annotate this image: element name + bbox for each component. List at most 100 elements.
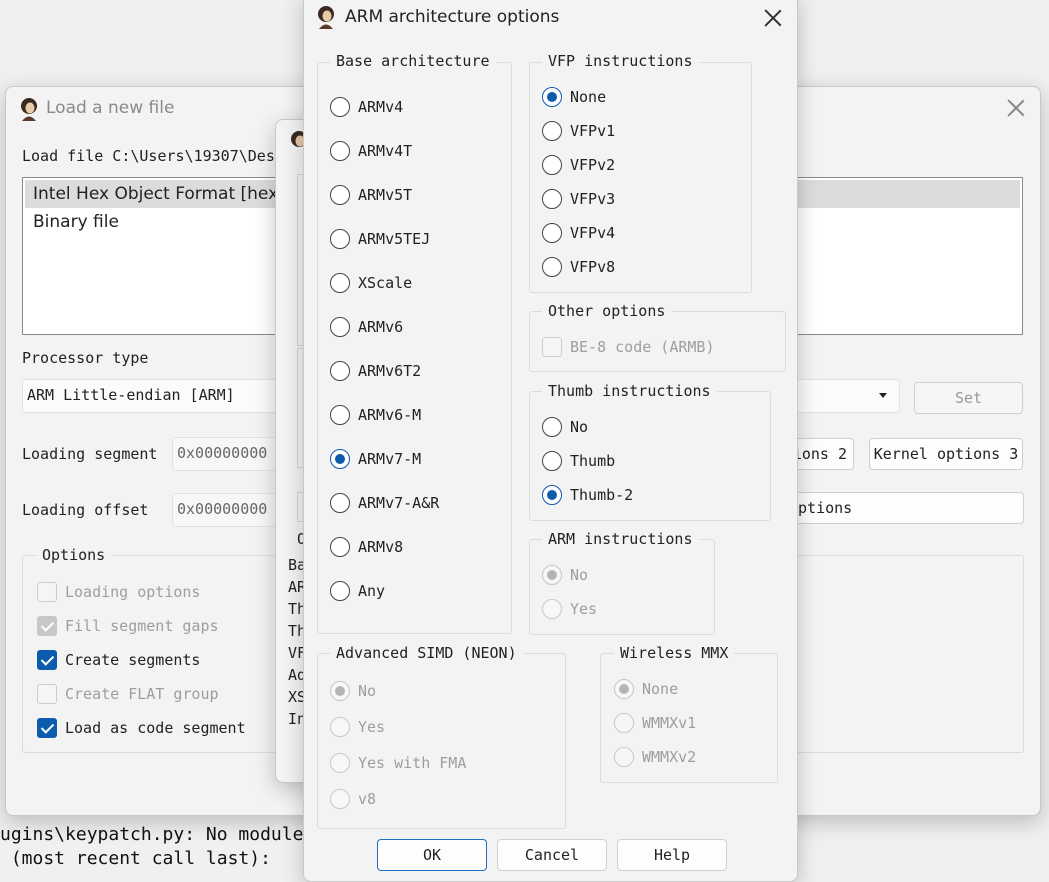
checkbox-box [37,650,57,670]
radio-label: Yes with FMA [358,754,467,772]
loading-segment-label: Loading segment [22,445,158,463]
radio-label: Thumb [570,452,616,470]
radio-label: ARMv8 [358,538,404,556]
radio-button [330,361,350,381]
ida-logo-icon [318,6,334,29]
vfp-group [529,62,752,293]
checkbox-label: Create segments [65,651,201,669]
arm-dialog-close-icon[interactable] [761,6,785,30]
radio-label: VFPv3 [570,190,616,208]
radio-button [330,753,350,773]
radio-label: ARMv4T [358,142,413,160]
console-line-2: (most recent call last): [0,848,271,869]
checkbox-box [37,616,57,636]
radio-button [330,97,350,117]
radio-button [330,581,350,601]
radio-button [542,485,562,505]
options-group-title: Options [36,546,112,564]
radio-label: ARMv6 [358,318,404,336]
processor-options-label: options [789,499,853,517]
radio-button [614,679,634,699]
checkbox-label: Fill segment gaps [65,617,219,635]
radio-label: VFPv1 [570,122,616,140]
processor-options-button[interactable]: options [766,492,1024,524]
radio-button [330,317,350,337]
simd-title: Advanced SIMD (NEON) [330,644,523,662]
radio-label: WMMXv2 [642,748,697,766]
radio-label: XScale [358,274,413,292]
radio-label: v8 [358,790,377,808]
console-line-1: ugins\keypatch.py: No module [0,824,304,845]
radio-button [330,681,350,701]
checkbox-label: Load as code segment [65,719,246,737]
checkbox-box [542,337,562,357]
radio-button [614,747,634,767]
load-file-label: Load file C:\Users\19307\Desk [22,147,284,165]
radio-label: VFPv4 [570,224,616,242]
radio-label: ARMv4 [358,98,404,116]
radio-label: WMMXv1 [642,714,697,732]
radio-label: ARMv7-M [358,450,422,468]
radio-label: Any [358,582,386,600]
vfp-title: VFP instructions [542,52,699,70]
checkbox-label: Create FLAT group [65,685,219,703]
checkbox-label: Loading options [65,583,201,601]
radio-button [542,155,562,175]
kernel-options-3-button[interactable]: Kernel options 3 [869,438,1023,470]
radio-label: No [570,566,589,584]
radio-label: None [642,680,679,698]
radio-button [542,223,562,243]
radio-label: No [570,418,589,436]
radio-button [330,405,350,425]
checkbox-box [37,582,57,602]
simd-group [317,653,566,829]
load-window-close-icon[interactable] [1004,96,1028,120]
other-options-title: Other options [542,302,672,320]
radio-button [330,185,350,205]
radio-button [614,713,634,733]
kernel-options-2-label: ions 2 [792,445,847,463]
loading-segment-input[interactable]: 0x00000000 [172,437,282,471]
loading-offset-input[interactable]: 0x00000000 [172,493,282,527]
cancel-button[interactable]: Cancel [497,839,607,871]
radio-label: ARMv5TEJ [358,230,431,248]
loading-offset-label: Loading offset [22,501,149,519]
radio-button [542,599,562,619]
radio-button [330,789,350,809]
radio-button [330,273,350,293]
radio-label: ARMv7-A&R [358,494,440,512]
dropdown-arrow-icon [879,393,887,398]
radio-button [542,121,562,141]
arm-instr-title: ARM instructions [542,530,699,548]
radio-button [330,141,350,161]
radio-button [542,565,562,585]
radio-label: Yes [570,600,598,618]
arm-options-dialog: ARM architecture options Base architectu… [303,0,798,882]
radio-button [330,449,350,469]
arm-dialog-title: ARM architecture options [345,7,560,27]
radio-label: No [358,682,377,700]
radio-label: None [570,88,607,106]
radio-label: VFPv8 [570,258,616,276]
radio-button [542,257,562,277]
help-button[interactable]: Help [617,839,727,871]
processor-value: ARM Little-endian [ARM] [27,386,235,404]
thumb-title: Thumb instructions [542,382,717,400]
radio-button [330,717,350,737]
radio-label: ARMv5T [358,186,413,204]
radio-button [542,451,562,471]
base-arch-title: Base architecture [330,52,496,70]
set-button[interactable]: Set [914,382,1023,414]
radio-label: ARMv6T2 [358,362,422,380]
checkbox-box [37,684,57,704]
radio-button [542,189,562,209]
radio-label: ARMv6-M [358,406,422,424]
ok-button[interactable]: OK [377,839,487,871]
radio-button [330,537,350,557]
radio-button [330,493,350,513]
checkbox-label: BE-8 code (ARMB) [570,338,715,356]
checkbox-box [37,718,57,738]
ida-logo-icon [21,98,37,121]
load-window-title: Load a new file [46,98,175,118]
arm-instr-group [529,539,715,635]
